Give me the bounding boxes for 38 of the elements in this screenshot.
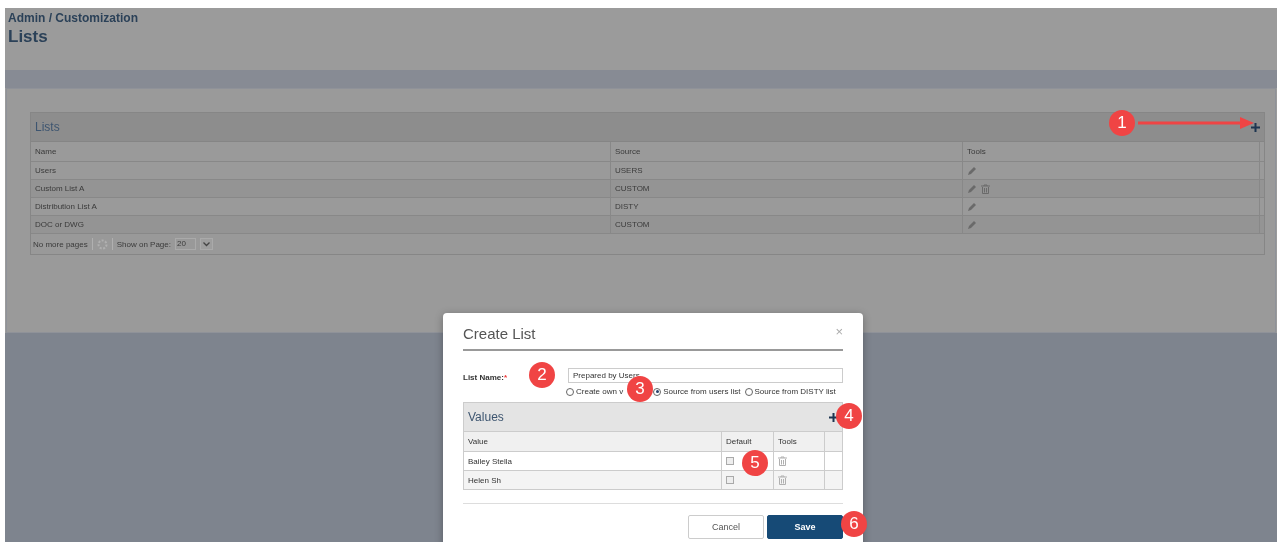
radio-option[interactable]: Create own v	[566, 387, 624, 396]
column-header[interactable]: Name	[31, 142, 611, 161]
table-cell: Helen Sh	[464, 471, 722, 489]
table-cell: CUSTOM	[611, 180, 963, 197]
breadcrumb: Admin / Customization	[8, 11, 139, 25]
save-button[interactable]: Save	[767, 515, 843, 539]
trash-icon[interactable]	[981, 183, 990, 194]
radio-option[interactable]: Source from DISTY list	[744, 387, 836, 396]
column-header[interactable]: Tools	[963, 142, 1260, 161]
trash-icon[interactable]	[778, 475, 787, 485]
trash-icon[interactable]	[778, 456, 787, 466]
table-cell: Users	[31, 162, 611, 179]
pencil-icon[interactable]	[967, 219, 977, 230]
dialog-title: Create List	[463, 325, 536, 342]
table-cell: DOC or DWG	[31, 216, 611, 233]
add-icon[interactable]	[829, 412, 838, 422]
pencil-icon[interactable]	[967, 183, 977, 194]
default-checkbox[interactable]	[726, 457, 734, 465]
pencil-icon[interactable]	[967, 165, 977, 176]
table-cell: USERS	[611, 162, 963, 179]
panel-title: Lists	[35, 120, 60, 134]
panel-title: Values	[468, 410, 504, 424]
radio-option[interactable]: Source from users list	[653, 387, 741, 396]
table-cell: CUSTOM	[611, 216, 963, 233]
page-size-label: Show on Page:	[116, 239, 171, 249]
pager-text: No more pages	[33, 239, 88, 249]
page-size-field[interactable]: 20	[174, 238, 196, 250]
default-checkbox[interactable]	[726, 476, 734, 484]
table-cell: DISTY	[611, 198, 963, 215]
table-cell: Distribution List A	[31, 198, 611, 215]
table-cell: Custom List A	[31, 180, 611, 197]
pencil-icon[interactable]	[967, 201, 977, 212]
caret-icon	[202, 241, 210, 247]
column-header[interactable]: Source	[611, 142, 963, 161]
dropdown-button[interactable]	[199, 238, 213, 250]
page-title: Lists	[8, 27, 49, 47]
cancel-button[interactable]: Cancel	[688, 515, 764, 539]
field-label: List Name:*	[463, 373, 508, 382]
